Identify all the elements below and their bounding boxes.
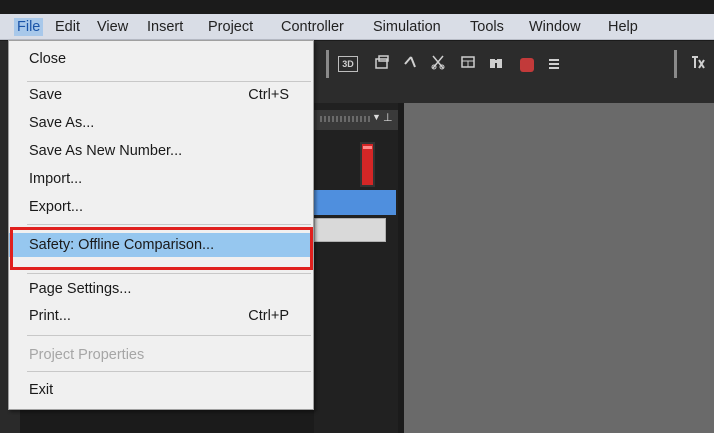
line-tool-icon[interactable]: [400, 54, 420, 74]
highlight-callout: [10, 227, 313, 270]
menu-item-label: Close: [29, 51, 67, 67]
menu-item-export[interactable]: Export...: [9, 195, 313, 219]
panel-selected-row[interactable]: [314, 190, 396, 215]
shortcut-label: Ctrl+P: [248, 308, 289, 324]
menu-simulation[interactable]: Simulation: [373, 18, 441, 36]
file-menu-dropdown: Close Save Ctrl+S Save As... Save As New…: [8, 40, 314, 410]
menu-item-exit[interactable]: Exit: [9, 378, 313, 402]
menu-separator: [27, 371, 311, 372]
menu-separator: [27, 81, 311, 82]
menu-item-label: Project Properties: [29, 347, 145, 363]
menu-separator: [27, 335, 311, 336]
menu-item-label: Page Settings...: [29, 281, 132, 297]
menu-item-save-as-new-number[interactable]: Save As New Number...: [9, 139, 313, 163]
menu-tools[interactable]: Tools: [470, 18, 504, 36]
menu-controller[interactable]: Controller: [281, 18, 344, 36]
menu-item-save[interactable]: Save Ctrl+S: [9, 83, 313, 107]
shortcut-label: Ctrl+S: [248, 87, 289, 103]
toolbar-separator: [674, 50, 677, 78]
cut-icon[interactable]: [428, 54, 448, 74]
toolbar-overflow-icon[interactable]: [688, 54, 708, 74]
pin-icon[interactable]: ⊥: [383, 111, 393, 124]
controller-status-indicator: [360, 142, 375, 187]
menu-item-label: Export...: [29, 199, 83, 215]
toolbar-separator: [326, 50, 329, 78]
menu-item-label: Save As New Number...: [29, 143, 183, 159]
menu-item-label: Save As...: [29, 115, 95, 131]
small-doc-icon[interactable]: [549, 59, 559, 71]
menu-file[interactable]: File: [14, 18, 44, 36]
menu-item-label: Import...: [29, 171, 83, 187]
menu-item-project-properties: Project Properties: [9, 343, 313, 367]
project-panel: [314, 103, 398, 433]
alert-icon[interactable]: [520, 58, 534, 72]
menu-item-print[interactable]: Print... Ctrl+P: [9, 304, 313, 328]
panel-row[interactable]: [314, 218, 386, 242]
menu-item-label: Save: [29, 87, 63, 103]
menu-edit[interactable]: Edit: [55, 18, 80, 36]
menu-item-page-settings[interactable]: Page Settings...: [9, 277, 313, 301]
menu-insert[interactable]: Insert: [147, 18, 183, 36]
editor-canvas[interactable]: [404, 103, 714, 433]
menu-help[interactable]: Help: [608, 18, 638, 36]
menu-window[interactable]: Window: [529, 18, 581, 36]
layout-icon[interactable]: [458, 54, 478, 74]
menu-item-close[interactable]: Close: [9, 47, 313, 71]
window-icon[interactable]: [372, 54, 392, 74]
menu-item-label: Exit: [29, 382, 54, 398]
menu-item-label: Print...: [29, 308, 71, 324]
menu-item-save-as[interactable]: Save As...: [9, 111, 313, 135]
menu-item-import[interactable]: Import...: [9, 167, 313, 191]
toolbar: 3D: [314, 41, 714, 103]
dropdown-arrow-icon[interactable]: ▼: [372, 112, 381, 122]
menu-separator: [27, 273, 311, 274]
menu-project[interactable]: Project: [208, 18, 253, 36]
panel-grip[interactable]: [320, 116, 370, 122]
menu-separator: [27, 224, 311, 225]
3d-view-icon[interactable]: 3D: [338, 56, 358, 72]
menu-bar: File Edit View Insert Project Controller…: [0, 14, 714, 40]
binoculars-icon[interactable]: [486, 54, 506, 74]
menu-view[interactable]: View: [97, 18, 128, 36]
